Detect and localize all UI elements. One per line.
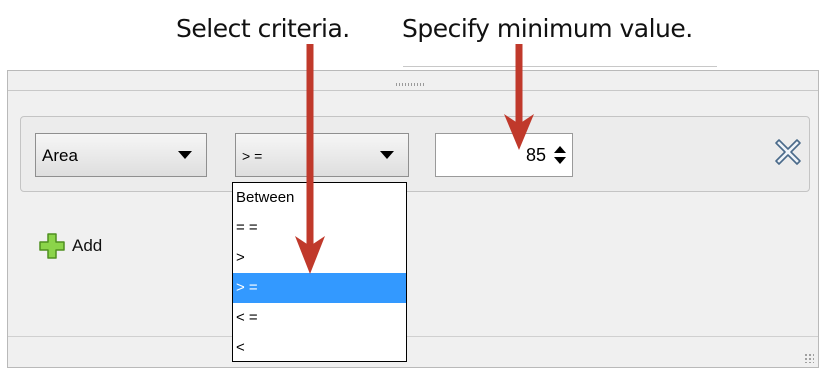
operator-select[interactable]: > =	[235, 133, 409, 177]
divider	[8, 336, 818, 337]
plus-icon	[39, 233, 65, 259]
splitter-grip[interactable]	[396, 83, 426, 86]
close-icon	[775, 139, 801, 165]
operator-select-value: > =	[242, 148, 263, 164]
filter-row: Area > = 85	[20, 116, 810, 192]
operator-option[interactable]: Between	[233, 183, 406, 213]
operator-option[interactable]: <	[233, 333, 406, 363]
attribute-select-value: Area	[42, 146, 78, 165]
filter-panel: Area > = 85 Add	[7, 70, 819, 368]
operator-dropdown-list: Between = = > > = < = <	[232, 182, 407, 362]
divider	[403, 66, 717, 67]
minimum-value-input[interactable]: 85	[526, 145, 546, 166]
operator-option[interactable]: < =	[233, 303, 406, 333]
attribute-select[interactable]: Area	[35, 133, 207, 177]
minimum-value-spinner[interactable]: 85	[435, 133, 573, 177]
operator-option[interactable]: >	[233, 243, 406, 273]
add-filter-button[interactable]: Add	[38, 231, 102, 261]
chevron-down-icon	[380, 151, 394, 159]
resize-grip[interactable]	[804, 353, 814, 363]
operator-option[interactable]: = =	[233, 213, 406, 243]
spin-up-icon[interactable]	[554, 146, 566, 153]
divider	[8, 90, 818, 91]
chevron-down-icon	[178, 151, 192, 159]
remove-filter-button[interactable]	[773, 137, 803, 167]
operator-option-selected[interactable]: > =	[233, 273, 406, 303]
annotation-select-criteria: Select criteria.	[176, 14, 350, 43]
annotation-specify-minimum: Specify minimum value.	[402, 14, 693, 43]
spin-down-icon[interactable]	[554, 157, 566, 164]
add-button-label: Add	[72, 236, 103, 255]
